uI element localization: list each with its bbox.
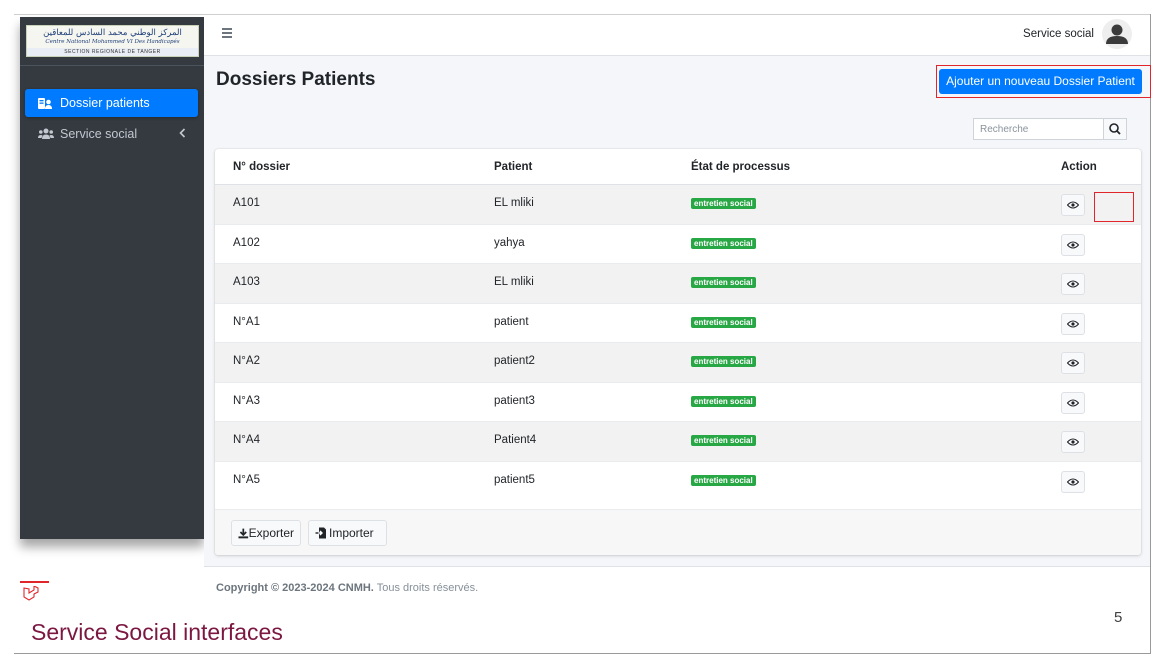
status-badge: entretien social — [691, 237, 756, 249]
view-button[interactable] — [1061, 431, 1085, 453]
sidebar-divider — [20, 65, 204, 66]
patient-name: patient2 — [494, 355, 535, 367]
column-header-status[interactable]: État de processus — [691, 161, 790, 173]
export-button[interactable]: Exporter — [231, 520, 301, 546]
view-button[interactable] — [1061, 352, 1085, 374]
copyright-rights: Tous droits réservés. — [376, 582, 479, 594]
slide-accent-line — [20, 581, 49, 583]
table-row[interactable]: A102 yahya entretien social — [215, 225, 1141, 264]
dossier-number: N°A1 — [233, 315, 260, 328]
chevron-left-icon — [179, 126, 186, 141]
sidebar-item-dossier-patients[interactable]: Dossier patients — [25, 89, 198, 117]
patient-name: yahya — [494, 236, 525, 249]
table-row[interactable]: N°A5 patient5 entretien social — [215, 462, 1141, 502]
eye-icon — [1067, 280, 1079, 288]
table-row[interactable]: A101 EL mliki entretien social — [215, 185, 1141, 225]
view-button[interactable] — [1061, 273, 1085, 295]
table-row[interactable]: N°A3 patient3 entretien social — [215, 383, 1141, 422]
import-button[interactable]: Importer — [308, 520, 387, 546]
page-title: Dossiers Patients — [216, 69, 376, 90]
patient-name: patient5 — [494, 473, 535, 486]
brand-arabic-name: المركز الوطني محمد السادس للمعاقين — [43, 28, 182, 38]
column-header-action[interactable]: Action — [1061, 161, 1097, 173]
patient-name: patient3 — [494, 394, 535, 407]
eye-icon — [1067, 201, 1079, 209]
eye-icon — [1067, 359, 1079, 367]
user-avatar-icon — [1106, 24, 1128, 44]
status-badge: entretien social — [691, 277, 756, 288]
table-row[interactable]: N°A2 patient2 entretien social — [215, 343, 1141, 383]
copyright-brand: Copyright © 2023-2024 CNMH. — [216, 582, 374, 594]
dossiers-table-card: N° dossier Patient État de processus Act… — [215, 149, 1141, 555]
page-footer: Copyright © 2023-2024 CNMH. Tous droits … — [204, 566, 1150, 606]
dossier-number: N°A3 — [233, 394, 260, 407]
table-row[interactable]: N°A1 patient entretien social — [215, 304, 1141, 343]
search-input[interactable] — [973, 118, 1103, 140]
avatar[interactable] — [1102, 19, 1132, 49]
eye-icon — [1067, 477, 1079, 486]
user-name[interactable]: Service social — [1023, 28, 1094, 40]
sidebar-item-label: Service social — [60, 127, 138, 141]
patient-name: Patient4 — [494, 434, 537, 446]
table-row[interactable]: A103 EL mliki entretien social — [215, 264, 1141, 304]
sidebar: المركز الوطني محمد السادس للمعاقين Centr… — [20, 17, 204, 539]
sidebar-item-service-social[interactable]: Service social — [25, 120, 198, 148]
eye-icon — [1067, 319, 1079, 328]
dossier-number: N°A4 — [233, 434, 260, 446]
status-badge: entretien social — [691, 435, 756, 446]
status-badge: entretien social — [691, 395, 756, 407]
patient-name: EL mliki — [494, 276, 534, 288]
main-content: Dossiers Patients Ajouter un nouveau Dos… — [204, 56, 1151, 566]
view-button[interactable] — [1061, 233, 1085, 256]
brand-french-name: Centre National Mohammed VI Des Handicap… — [45, 39, 180, 45]
sidebar-item-label: Dossier patients — [60, 96, 150, 110]
top-navbar: Service social — [204, 15, 1150, 56]
dossier-number: A102 — [233, 236, 260, 249]
search-icon — [1109, 123, 1121, 135]
brand-section: SECTION REGIONALE DE TANGER — [27, 48, 198, 56]
eye-icon — [1067, 398, 1079, 407]
folder-user-icon — [38, 96, 54, 110]
brand-logo[interactable]: المركز الوطني محمد السادس للمعاقين Centr… — [26, 25, 199, 57]
dossier-number: A101 — [233, 197, 260, 209]
slide-frame-bottom — [14, 653, 1151, 654]
table-row[interactable]: N°A4 Patient4 entretien social — [215, 422, 1141, 462]
view-button[interactable] — [1061, 312, 1085, 335]
status-badge: entretien social — [691, 474, 756, 486]
export-label: Exporter — [248, 526, 294, 540]
search-button[interactable] — [1103, 118, 1127, 140]
download-icon — [238, 528, 249, 538]
import-label: Importer — [329, 526, 374, 540]
dossier-number: A103 — [233, 276, 260, 288]
eye-icon — [1067, 240, 1079, 249]
search-group — [973, 118, 1127, 140]
menu-icon[interactable] — [222, 28, 232, 40]
slide-caption: Service Social interfaces — [31, 619, 283, 645]
status-badge: entretien social — [691, 316, 756, 328]
copyright-text: Copyright © 2023-2024 CNMH. Tous droits … — [216, 582, 478, 594]
view-button[interactable] — [1061, 470, 1085, 493]
view-button[interactable] — [1061, 391, 1085, 414]
status-badge: entretien social — [691, 198, 756, 209]
view-button[interactable] — [1061, 194, 1085, 216]
patient-name: EL mliki — [494, 197, 534, 209]
highlight-box — [1094, 192, 1134, 222]
slide-frame-right — [1150, 14, 1151, 654]
status-badge: entretien social — [691, 356, 756, 367]
column-header-patient[interactable]: Patient — [494, 161, 532, 173]
dossier-number: N°A2 — [233, 355, 260, 367]
patient-name: patient — [494, 315, 529, 328]
file-import-icon — [315, 527, 326, 539]
users-icon — [38, 127, 54, 141]
eye-icon — [1067, 438, 1079, 446]
column-header-num[interactable]: N° dossier — [233, 161, 290, 173]
add-dossier-button[interactable]: Ajouter un nouveau Dossier Patient — [939, 69, 1142, 94]
dossier-number: N°A5 — [233, 473, 260, 486]
slide-number: 5 — [1114, 609, 1123, 626]
laravel-logo-icon — [22, 585, 42, 604]
